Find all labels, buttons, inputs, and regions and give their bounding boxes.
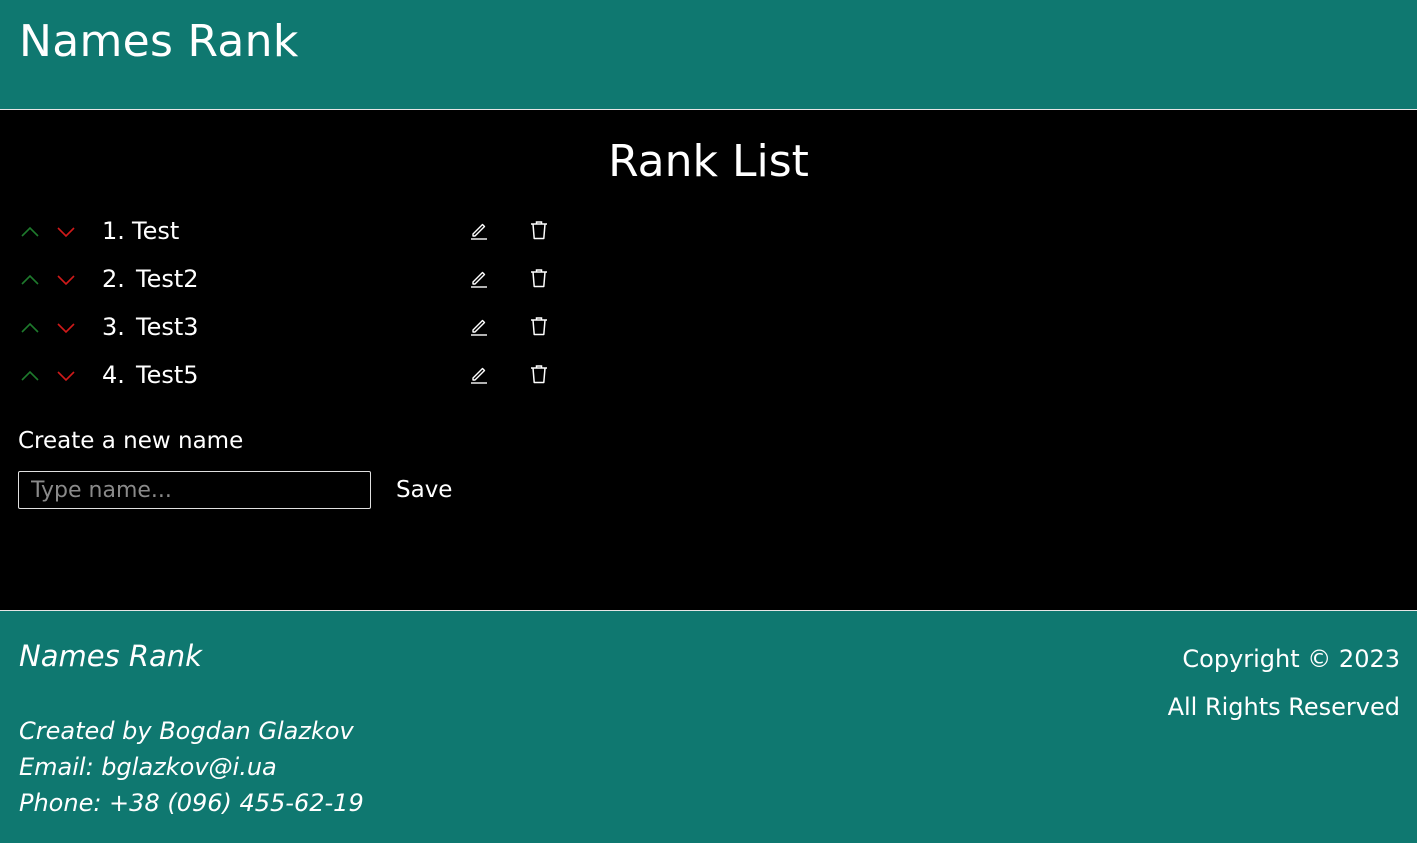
main-content: Rank List 1. Test 2. Test2 3. Test3 4. T… (0, 110, 1417, 610)
trash-icon (531, 365, 547, 384)
move-down-button[interactable] (55, 269, 77, 291)
rank-name: Test2 (136, 265, 199, 293)
move-up-button[interactable] (19, 317, 41, 339)
rank-list-item: 1. Test (0, 207, 600, 255)
pencil-icon (471, 367, 487, 384)
footer-copyright: Copyright © 2023 (1182, 645, 1400, 673)
rank-list-item: 4. Test5 (0, 351, 600, 399)
footer-rights: All Rights Reserved (1167, 693, 1400, 721)
move-up-button[interactable] (19, 365, 41, 387)
rank-name: Test3 (136, 313, 199, 341)
move-up-button[interactable] (19, 269, 41, 291)
footer-email: Email: bglazkov@i.ua (19, 753, 277, 781)
rank-number: 2. (102, 265, 125, 293)
footer-contact-info: Created by Bogdan Glazkov Email: bglazko… (19, 713, 364, 821)
chevron-up-icon (21, 226, 39, 237)
move-down-button[interactable] (55, 317, 77, 339)
app-footer: Names Rank Created by Bogdan Glazkov Ema… (0, 610, 1417, 843)
footer-phone: Phone: +38 (096) 455-62-19 (19, 789, 364, 817)
move-up-button[interactable] (19, 221, 41, 243)
rank-list-item: 3. Test3 (0, 303, 600, 351)
rank-list-item: 2. Test2 (0, 255, 600, 303)
delete-button[interactable] (528, 363, 550, 385)
rank-name: Test (132, 217, 180, 245)
name-input[interactable] (18, 471, 371, 509)
rank-number: 4. (102, 361, 125, 389)
pencil-icon (471, 271, 487, 288)
footer-copyright-block: Copyright © 2023 All Rights Reserved (1168, 635, 1400, 731)
page-title: Rank List (608, 136, 809, 187)
app-title: Names Rank (19, 16, 299, 67)
app-header: Names Rank (0, 0, 1417, 110)
edit-button[interactable] (468, 219, 490, 241)
rank-name: Test5 (136, 361, 199, 389)
chevron-down-icon (57, 275, 75, 286)
pencil-icon (471, 223, 487, 240)
rank-number: 3. (102, 313, 125, 341)
footer-created-by: Created by Bogdan Glazkov (19, 717, 354, 745)
save-button[interactable]: Save (384, 471, 464, 509)
chevron-up-icon (21, 322, 39, 333)
delete-button[interactable] (528, 267, 550, 289)
edit-button[interactable] (468, 315, 490, 337)
footer-brand: Names Rank (19, 639, 202, 673)
chevron-down-icon (57, 323, 75, 334)
pencil-icon (471, 319, 487, 336)
chevron-up-icon (21, 370, 39, 381)
trash-icon (531, 221, 547, 240)
edit-button[interactable] (468, 363, 490, 385)
trash-icon (531, 269, 547, 288)
move-down-button[interactable] (55, 365, 77, 387)
rank-number: 1. (102, 217, 125, 245)
move-down-button[interactable] (55, 221, 77, 243)
chevron-down-icon (57, 227, 75, 238)
delete-button[interactable] (528, 315, 550, 337)
trash-icon (531, 317, 547, 336)
delete-button[interactable] (528, 219, 550, 241)
rank-list: 1. Test 2. Test2 3. Test3 4. Test5 (0, 207, 600, 399)
chevron-up-icon (21, 274, 39, 285)
edit-button[interactable] (468, 267, 490, 289)
create-name-label: Create a new name (18, 428, 244, 454)
chevron-down-icon (57, 371, 75, 382)
